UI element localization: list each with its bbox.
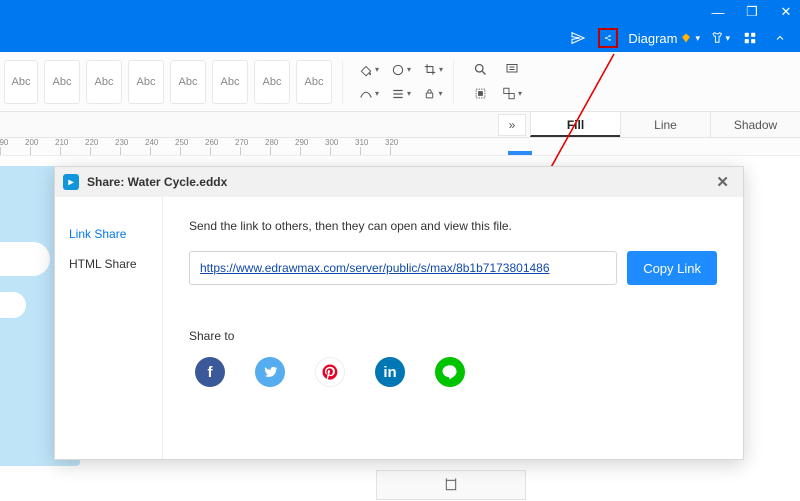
tab-shadow[interactable]: Shadow [710,112,800,137]
align-icon[interactable] [443,477,459,493]
twitter-icon[interactable] [255,357,285,387]
pinterest-icon[interactable] [315,357,345,387]
dialog-sidebar: Link Share HTML Share [55,197,163,459]
share-icon[interactable] [598,28,618,48]
share-to-label: Share to [189,329,717,343]
dialog-close-button[interactable]: ✕ [710,171,735,193]
window-titlebar: — ❐ ✕ [0,0,800,24]
shape-style-4[interactable]: Abc [170,60,206,104]
shape-style-2[interactable]: Abc [86,60,122,104]
fill-bucket-icon[interactable]: ▾ [359,61,379,79]
tab-fill[interactable]: Fill [530,112,620,137]
tab-line[interactable]: Line [620,112,710,137]
share-description: Send the link to others, then they can o… [189,219,717,233]
diagram-menu-label: Diagram [628,31,677,46]
horizontal-ruler: 190 200 210 220 230 240 250 260 270 280 … [0,138,800,156]
dialog-main: Send the link to others, then they can o… [163,197,743,459]
tool-cluster-1: ▾ ▾ ▾ ▾ ▾ ▾ [359,61,443,103]
shape-outline-icon[interactable]: ▾ [391,61,411,79]
select-icon[interactable] [470,85,490,103]
crop-icon[interactable]: ▾ [423,61,443,79]
sidebar-item-html-share[interactable]: HTML Share [55,249,162,279]
toolbar-separator [342,60,343,104]
shape-style-7[interactable]: Abc [296,60,332,104]
group-icon[interactable]: ▾ [502,85,522,103]
top-menubar: Diagram ▾ ▾ [0,24,800,52]
shape-style-3[interactable]: Abc [128,60,164,104]
shape-style-1[interactable]: Abc [44,60,80,104]
maximize-button[interactable]: ❐ [744,4,760,20]
bottom-panel-fragment [376,470,526,500]
share-dialog: ▸ Share: Water Cycle.eddx ✕ Link Share H… [54,166,744,460]
dialog-title: Share: Water Cycle.eddx [87,175,227,189]
social-row: f in [189,357,717,387]
shape-style-6[interactable]: Abc [254,60,290,104]
ribbon-toolbar: Abc Abc Abc Abc Abc Abc Abc Abc ▾ ▾ ▾ ▾ … [0,52,800,112]
shape-style-0[interactable]: Abc [4,60,38,104]
apps-icon[interactable] [740,28,760,48]
cloud-shape-1 [0,242,50,276]
panel-collapse-button[interactable]: » [498,114,526,136]
collapse-ribbon-icon[interactable] [770,28,790,48]
linkedin-icon[interactable]: in [375,357,405,387]
minimize-button[interactable]: — [710,5,726,20]
line-icon[interactable] [435,357,465,387]
line-style-icon[interactable]: ▾ [359,85,379,103]
facebook-icon[interactable]: f [195,357,225,387]
side-panel-tabs: » Fill Line Shadow [0,112,800,138]
toolbar-separator-2 [453,60,454,104]
cloud-shape-2 [0,292,26,318]
tool-cluster-2: ▾ [470,61,522,103]
dialog-titlebar: ▸ Share: Water Cycle.eddx ✕ [55,167,743,197]
copy-link-button[interactable]: Copy Link [627,251,717,285]
share-link-input[interactable]: https://www.edrawmax.com/server/public/s… [189,251,617,285]
send-icon[interactable] [568,28,588,48]
list-icon[interactable]: ▾ [391,85,411,103]
close-window-button[interactable]: ✕ [778,4,794,20]
tshirt-icon[interactable]: ▾ [710,28,730,48]
layers-icon[interactable] [502,61,522,79]
lock-icon[interactable]: ▾ [423,85,443,103]
app-logo-icon: ▸ [63,174,79,190]
diagram-menu[interactable]: Diagram ▾ [628,31,700,46]
sidebar-item-link-share[interactable]: Link Share [55,219,162,249]
shape-style-5[interactable]: Abc [212,60,248,104]
diamond-icon [680,32,692,44]
search-icon[interactable] [470,61,490,79]
